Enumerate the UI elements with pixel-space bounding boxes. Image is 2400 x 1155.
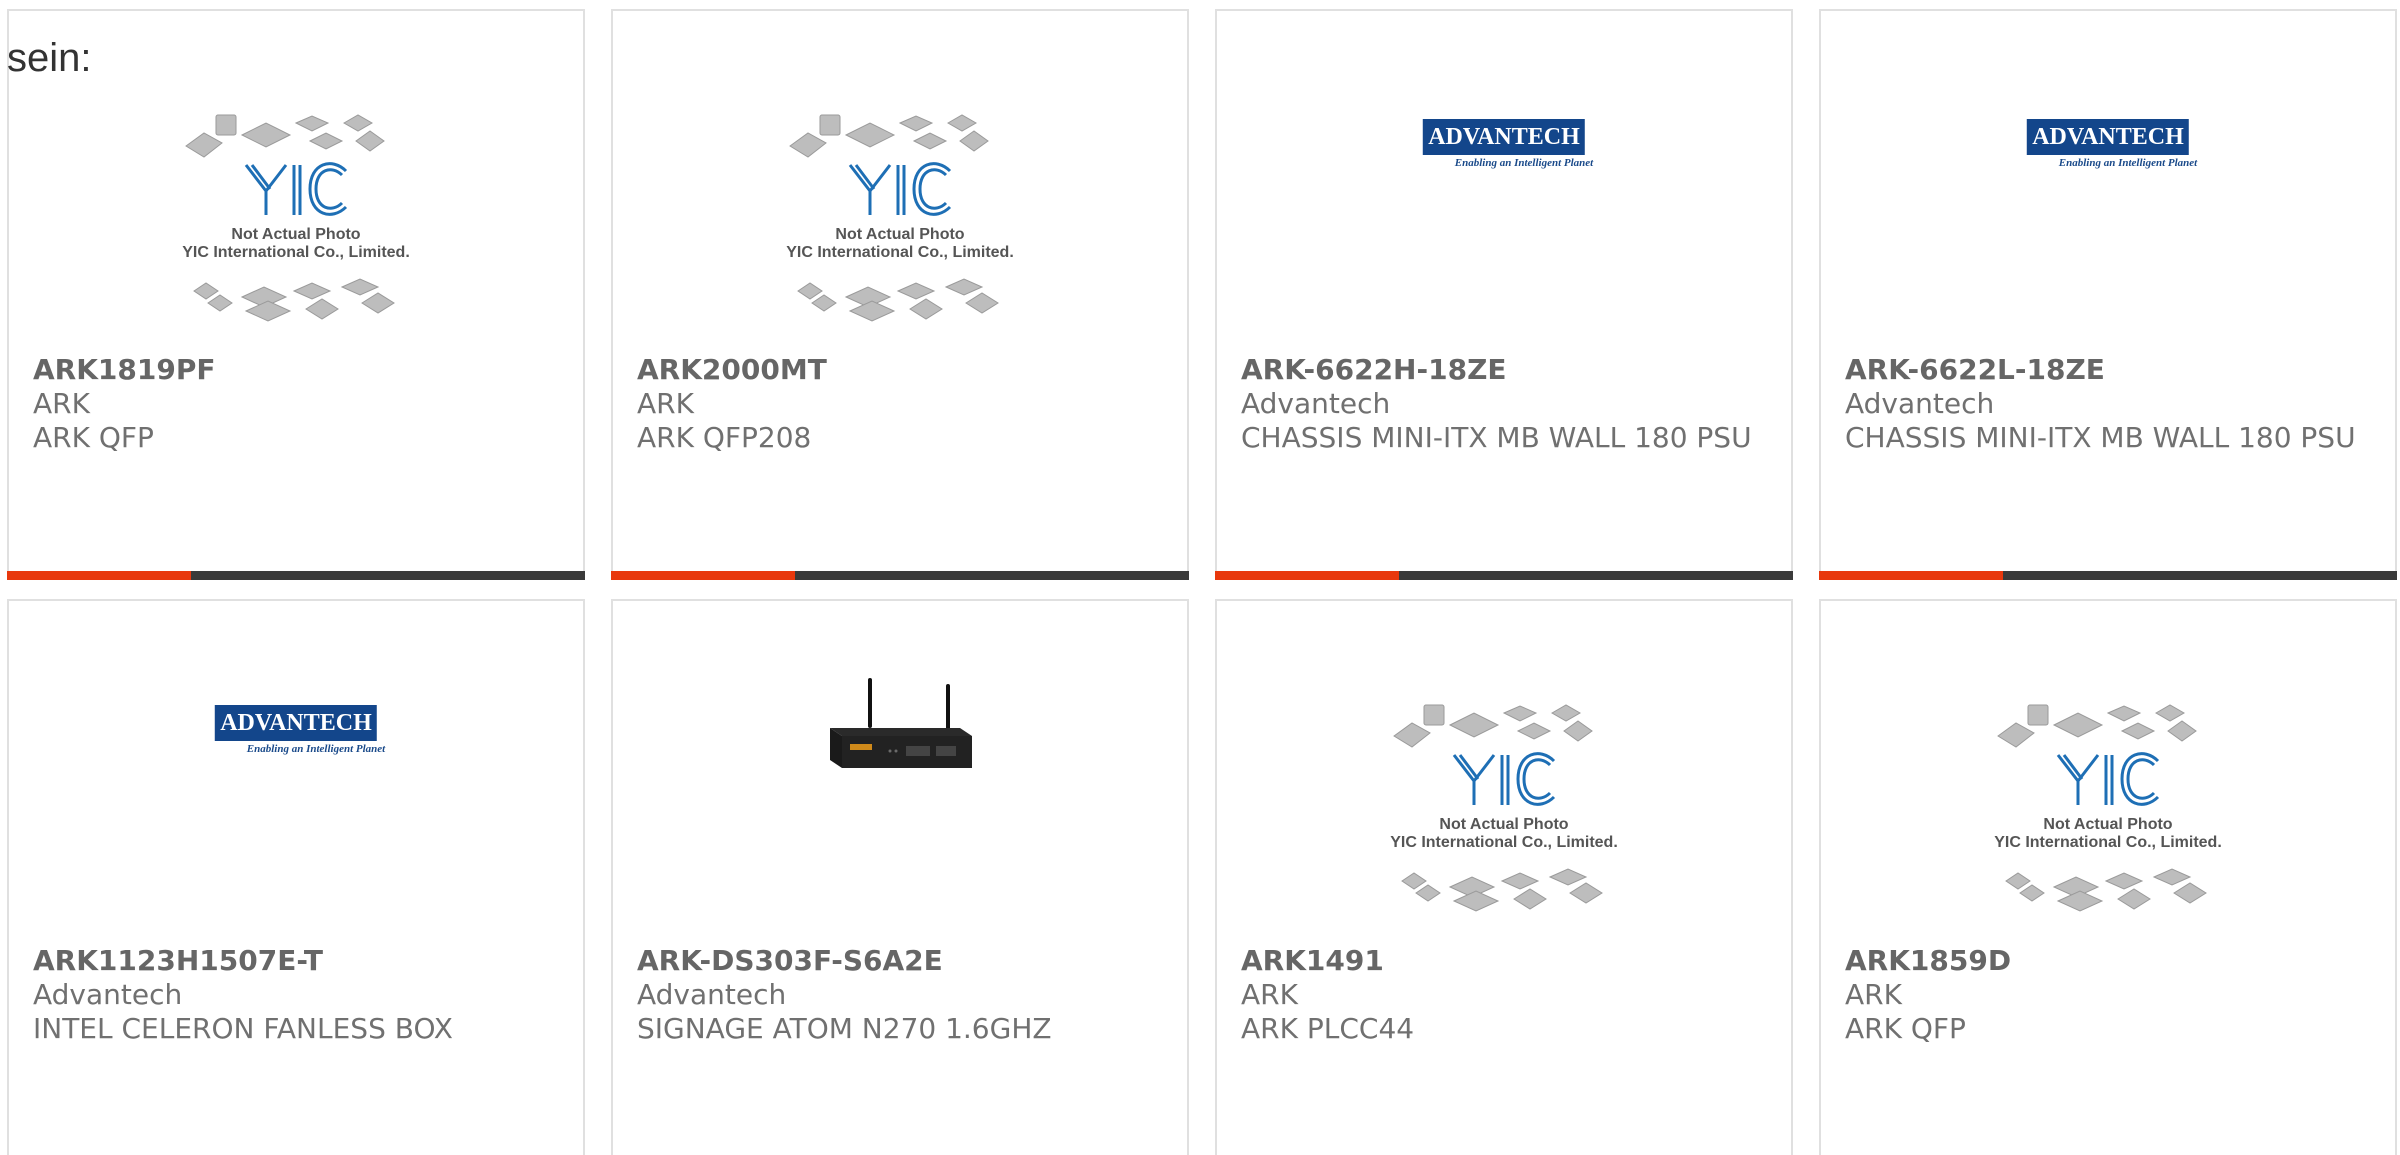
card-footer-bar	[611, 571, 1189, 580]
product-info: ARK-6622L-18ZE Advantech CHASSIS MINI-IT…	[1845, 353, 2371, 455]
product-info: ARK-6622H-18ZE Advantech CHASSIS MINI-IT…	[1241, 353, 1767, 455]
description: SIGNAGE ATOM N270 1.6GHZ	[637, 1012, 1052, 1045]
placeholder-line1: Not Actual Photo	[835, 226, 964, 243]
card-accent	[1215, 571, 1399, 580]
product-grid-page: sein: Not Actual Photo YIC International…	[0, 0, 2400, 1155]
product-image-placeholder: Not Actual Photo YIC International Co., …	[9, 51, 583, 351]
product-image-placeholder: Not Actual Photo YIC International Co., …	[1821, 641, 2395, 941]
manufacturer: ARK	[637, 387, 694, 420]
product-card[interactable]: ADVANTECH Enabling an Intelligent Planet…	[7, 599, 585, 1155]
card-accent	[1819, 571, 2003, 580]
description: ARK PLCC44	[1241, 1012, 1415, 1045]
card-accent	[611, 571, 795, 580]
description: CHASSIS MINI-ITX MB WALL 180 PSU	[1241, 421, 1752, 454]
advantech-logo: ADVANTECH Enabling an Intelligent Planet	[207, 705, 385, 755]
placeholder-line1: Not Actual Photo	[1439, 816, 1568, 833]
part-number[interactable]: ARK-6622L-18ZE	[1845, 353, 2371, 387]
advantech-logo-box: ADVANTECH	[214, 705, 377, 741]
advantech-logo-box: ADVANTECH	[2026, 119, 2189, 155]
part-number[interactable]: ARK1123H1507E-T	[33, 944, 559, 978]
product-info: ARK2000MT ARK ARK QFP208	[637, 353, 1163, 455]
product-image-placeholder: Not Actual Photo YIC International Co., …	[1217, 641, 1791, 941]
manufacturer: Advantech	[637, 978, 787, 1011]
part-number[interactable]: ARK1819PF	[33, 353, 559, 387]
card-footer-bar	[7, 571, 585, 580]
description: CHASSIS MINI-ITX MB WALL 180 PSU	[1845, 421, 2356, 454]
placeholder-line2: YIC International Co., Limited.	[1994, 834, 2222, 851]
card-footer-bar	[1819, 571, 2397, 580]
placeholder-line1: Not Actual Photo	[2043, 816, 2172, 833]
advantech-logo-box: ADVANTECH	[1422, 119, 1585, 155]
manufacturer: ARK	[1241, 978, 1298, 1011]
description: ARK QFP	[33, 421, 154, 454]
router-image	[830, 678, 972, 768]
placeholder-line2: YIC International Co., Limited.	[1390, 834, 1618, 851]
product-card[interactable]: ADVANTECH Enabling an Intelligent Planet…	[1215, 9, 1793, 580]
card-footer-bar	[1215, 571, 1793, 580]
placeholder-line2: YIC International Co., Limited.	[786, 244, 1014, 261]
advantech-tagline: Enabling an Intelligent Planet	[246, 743, 386, 755]
yic-placeholder-image: Not Actual Photo YIC International Co., …	[1994, 704, 2222, 912]
placeholder-line2: YIC International Co., Limited.	[182, 244, 410, 261]
part-number[interactable]: ARK1859D	[1845, 944, 2371, 978]
lead-text: sein:	[7, 36, 92, 80]
yic-placeholder-image: Not Actual Photo YIC International Co., …	[786, 114, 1014, 322]
advantech-logo: ADVANTECH Enabling an Intelligent Planet	[1415, 119, 1593, 169]
description: ARK QFP	[1845, 1012, 1966, 1045]
advantech-logo: ADVANTECH Enabling an Intelligent Planet	[2019, 119, 2197, 169]
yic-placeholder-image: Not Actual Photo YIC International Co., …	[182, 114, 410, 322]
product-card[interactable]: Not Actual Photo YIC International Co., …	[7, 9, 585, 580]
manufacturer: Advantech	[1241, 387, 1391, 420]
product-info: ARK1491 ARK ARK PLCC44	[1241, 944, 1767, 1046]
part-number[interactable]: ARK-6622H-18ZE	[1241, 353, 1767, 387]
part-number[interactable]: ARK2000MT	[637, 353, 1163, 387]
description: INTEL CELERON FANLESS BOX	[33, 1012, 453, 1045]
router-product-photo	[810, 676, 990, 790]
manufacturer: Advantech	[33, 978, 183, 1011]
product-info: ARK1123H1507E-T Advantech INTEL CELERON …	[33, 944, 559, 1046]
part-number[interactable]: ARK1491	[1241, 944, 1767, 978]
product-card[interactable]: Not Actual Photo YIC International Co., …	[1215, 599, 1793, 1155]
placeholder-line1: Not Actual Photo	[231, 226, 360, 243]
manufacturer: Advantech	[1845, 387, 1995, 420]
product-info: ARK-DS303F-S6A2E Advantech SIGNAGE ATOM …	[637, 944, 1163, 1046]
product-card[interactable]: Not Actual Photo YIC International Co., …	[1819, 599, 2397, 1155]
card-accent	[7, 571, 191, 580]
part-number[interactable]: ARK-DS303F-S6A2E	[637, 944, 1163, 978]
product-card[interactable]: ARK-DS303F-S6A2E Advantech SIGNAGE ATOM …	[611, 599, 1189, 1155]
product-info: ARK1859D ARK ARK QFP	[1845, 944, 2371, 1046]
description: ARK QFP208	[637, 421, 812, 454]
manufacturer: ARK	[1845, 978, 1902, 1011]
product-card[interactable]: Not Actual Photo YIC International Co., …	[611, 9, 1189, 580]
advantech-tagline: Enabling an Intelligent Planet	[1454, 157, 1594, 169]
product-card[interactable]: ADVANTECH Enabling an Intelligent Planet…	[1819, 9, 2397, 580]
yic-placeholder-image: Not Actual Photo YIC International Co., …	[1390, 704, 1618, 912]
product-info: ARK1819PF ARK ARK QFP	[33, 353, 559, 455]
product-image-placeholder: Not Actual Photo YIC International Co., …	[613, 51, 1187, 351]
manufacturer: ARK	[33, 387, 90, 420]
advantech-tagline: Enabling an Intelligent Planet	[2058, 157, 2198, 169]
